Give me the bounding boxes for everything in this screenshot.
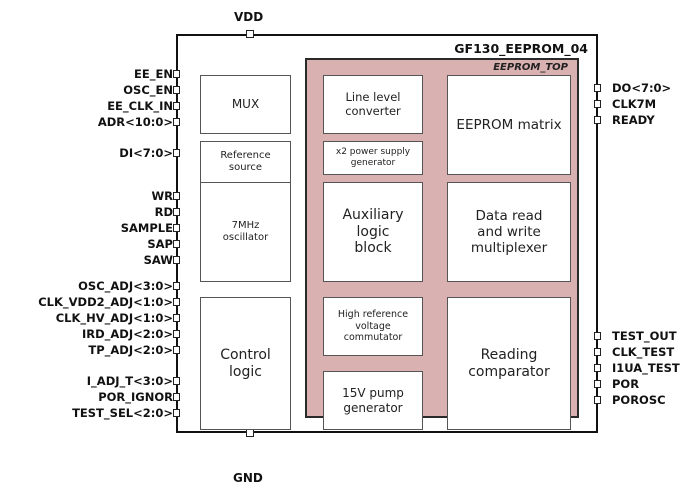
left-pin-connector [173, 256, 180, 264]
block-line-level-converter: Line level converter [323, 75, 423, 134]
left-pin-connector [173, 86, 180, 94]
left-pin-connector [173, 192, 180, 200]
left-pin-label: TEST_SEL<2:0> [72, 406, 173, 420]
left-pin-label: IRD_ADJ<2:0> [81, 327, 173, 341]
left-pin-connector [173, 330, 180, 338]
right-pin-connector [594, 396, 601, 404]
left-pin-connector [173, 282, 180, 290]
right-pin-label: DO<7:0> [612, 81, 672, 95]
left-pin-connector [173, 409, 180, 417]
right-pin-connector [594, 380, 601, 388]
block-reading-comparator: Reading comparator [447, 297, 571, 430]
left-pin-label: CLK_VDD2_ADJ<1:0> [38, 295, 173, 309]
block-mux: MUX [200, 75, 291, 134]
eeprom-top-title: EEPROM_TOP [493, 62, 568, 73]
left-pin-label: SAMPLE [120, 221, 173, 235]
left-pin-label: OSC_EN [123, 83, 173, 97]
left-pin-label: TP_ADJ<2:0> [88, 343, 173, 357]
left-pin-connector [173, 377, 180, 385]
right-pin-connector [594, 364, 601, 372]
block-7mhz-oscillator: 7MHz oscillator [200, 182, 291, 282]
block-high-ref-voltage-commutator: High reference voltage commutator [323, 297, 423, 356]
block-reference-source: Reference source [200, 141, 291, 183]
left-pin-connector [173, 102, 180, 110]
left-pin-label: CLK_HV_ADJ<1:0> [55, 311, 173, 325]
right-pin-label: POR [612, 377, 640, 391]
left-pin-label: SAW [143, 253, 173, 267]
gnd-label: GND [233, 471, 263, 485]
left-pin-label: RD [154, 205, 173, 219]
left-pin-connector [173, 314, 180, 322]
right-pin-connector [594, 84, 601, 92]
block-eeprom-matrix: EEPROM matrix [447, 75, 571, 175]
right-pin-label: POROSC [612, 393, 666, 407]
block-data-rw-multiplexer: Data read and write multiplexer [447, 182, 571, 282]
block-auxiliary-logic: Auxiliary logic block [323, 182, 423, 282]
right-pin-connector [594, 348, 601, 356]
right-pin-label: CLK7M [612, 97, 657, 111]
block-control-logic: Control logic [200, 297, 291, 430]
chip-title: GF130_EEPROM_04 [454, 41, 588, 56]
left-pin-label: ADR<10:0> [97, 115, 173, 129]
right-pin-connector [594, 100, 601, 108]
left-pin-label: DI<7:0> [119, 146, 173, 160]
block-x2-power-supply-generator: x2 power supply generator [323, 141, 423, 175]
vdd-label: VDD [234, 10, 264, 24]
left-pin-connector [173, 149, 180, 157]
left-pin-label: POR_IGNOR [98, 390, 173, 404]
left-pin-connector [173, 70, 180, 78]
left-pin-connector [173, 224, 180, 232]
left-pin-label: EE_CLK_IN [107, 99, 173, 113]
right-pin-connector [594, 332, 601, 340]
left-pin-connector [173, 208, 180, 216]
left-pin-label: SAP [147, 237, 173, 251]
gnd-pin [246, 429, 254, 437]
block-15v-pump-generator: 15V pump generator [323, 371, 423, 430]
left-pin-label: WR [151, 189, 173, 203]
right-pin-label: READY [612, 113, 655, 127]
left-pin-connector [173, 298, 180, 306]
left-pin-label: OSC_ADJ<3:0> [78, 279, 173, 293]
left-pin-connector [173, 240, 180, 248]
left-pin-connector [173, 346, 180, 354]
left-pin-connector [173, 118, 180, 126]
right-pin-label: CLK_TEST [612, 345, 675, 359]
vdd-pin [246, 30, 254, 38]
right-pin-label: I1UA_TEST [612, 361, 680, 375]
left-pin-connector [173, 393, 180, 401]
right-pin-connector [594, 116, 601, 124]
right-pin-label: TEST_OUT [612, 329, 677, 343]
left-pin-label: I_ADJ_T<3:0> [86, 374, 173, 388]
left-pin-label: EE_EN [134, 67, 173, 81]
